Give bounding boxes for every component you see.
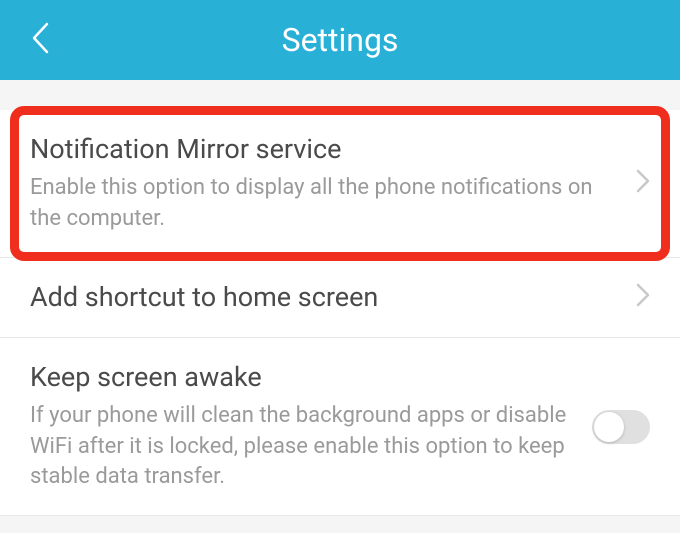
item-text: Add shortcut to home screen (30, 280, 636, 315)
back-icon (30, 21, 50, 55)
chevron-right-icon (636, 169, 650, 197)
page-title: Settings (0, 21, 680, 59)
app-header: Settings (0, 0, 680, 80)
notification-mirror-item[interactable]: Notification Mirror service Enable this … (0, 110, 680, 258)
settings-list: Notification Mirror service Enable this … (0, 80, 680, 516)
item-text: Notification Mirror service Enable this … (30, 132, 636, 235)
item-title: Notification Mirror service (30, 132, 616, 167)
chevron-right-icon (636, 283, 650, 311)
item-text: Keep screen awake If your phone will cle… (30, 360, 592, 493)
item-title: Keep screen awake (30, 360, 572, 395)
add-shortcut-item[interactable]: Add shortcut to home screen (0, 258, 680, 338)
item-title: Add shortcut to home screen (30, 280, 616, 315)
item-subtitle: If your phone will clean the background … (30, 401, 572, 493)
item-subtitle: Enable this option to display all the ph… (30, 173, 616, 235)
toggle-knob (594, 412, 624, 442)
keep-awake-toggle[interactable] (592, 410, 650, 444)
back-button[interactable] (20, 11, 60, 69)
keep-screen-awake-item[interactable]: Keep screen awake If your phone will cle… (0, 338, 680, 516)
